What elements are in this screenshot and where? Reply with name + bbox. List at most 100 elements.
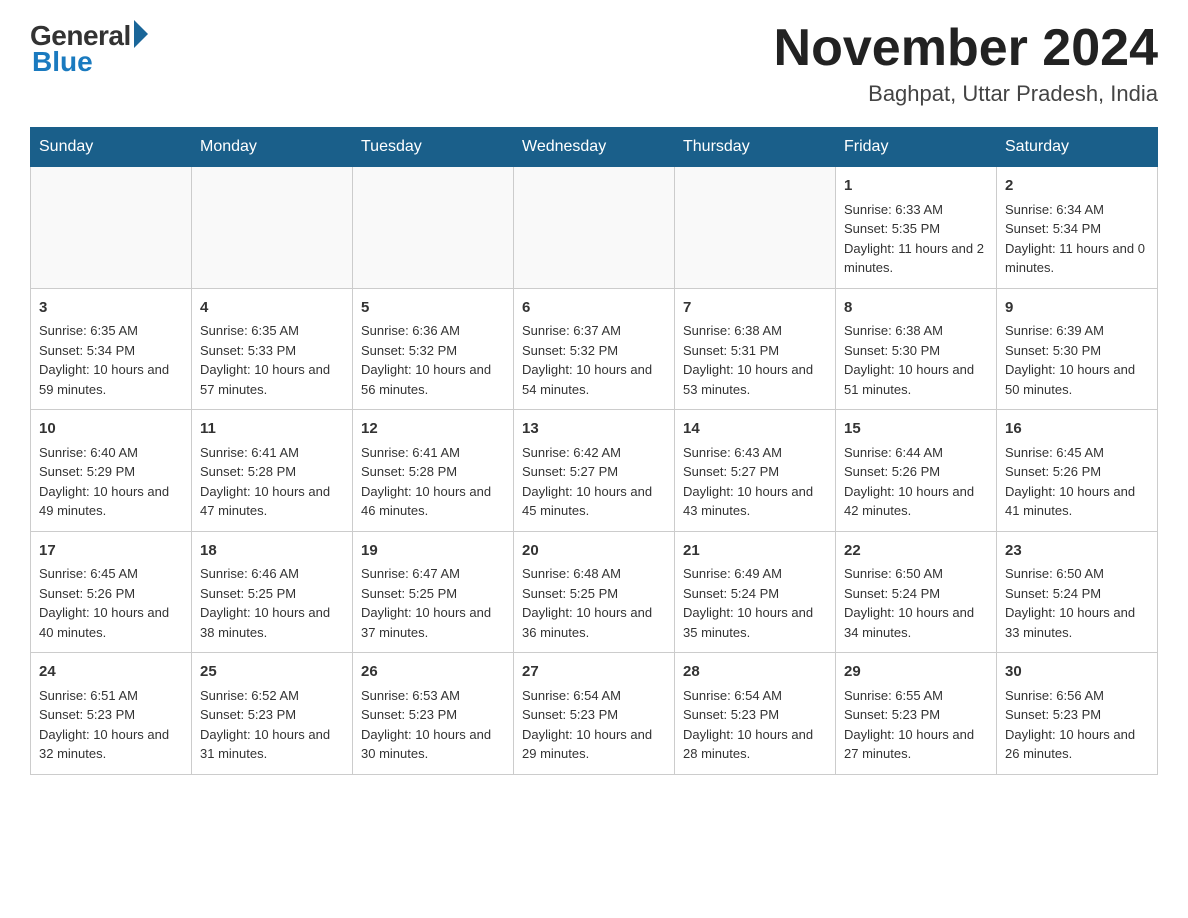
calendar-cell: 20Sunrise: 6:48 AM Sunset: 5:25 PM Dayli… [514, 531, 675, 653]
day-info: Sunrise: 6:38 AM Sunset: 5:30 PM Dayligh… [844, 321, 988, 399]
calendar-cell: 15Sunrise: 6:44 AM Sunset: 5:26 PM Dayli… [836, 410, 997, 532]
day-number: 25 [200, 661, 344, 684]
calendar-cell [353, 167, 514, 289]
location-title: Baghpat, Uttar Pradesh, India [774, 81, 1158, 107]
day-number: 15 [844, 418, 988, 441]
day-number: 27 [522, 661, 666, 684]
day-info: Sunrise: 6:35 AM Sunset: 5:33 PM Dayligh… [200, 321, 344, 399]
calendar-cell: 7Sunrise: 6:38 AM Sunset: 5:31 PM Daylig… [675, 288, 836, 410]
calendar-header-thursday: Thursday [675, 128, 836, 167]
calendar-cell: 29Sunrise: 6:55 AM Sunset: 5:23 PM Dayli… [836, 653, 997, 775]
logo-triangle-icon [134, 20, 148, 48]
day-number: 22 [844, 540, 988, 563]
logo-blue-text: Blue [32, 46, 93, 78]
calendar-cell: 22Sunrise: 6:50 AM Sunset: 5:24 PM Dayli… [836, 531, 997, 653]
calendar-cell: 18Sunrise: 6:46 AM Sunset: 5:25 PM Dayli… [192, 531, 353, 653]
day-info: Sunrise: 6:55 AM Sunset: 5:23 PM Dayligh… [844, 686, 988, 764]
month-title: November 2024 [774, 20, 1158, 77]
day-info: Sunrise: 6:41 AM Sunset: 5:28 PM Dayligh… [200, 443, 344, 521]
calendar-header-wednesday: Wednesday [514, 128, 675, 167]
calendar-week-row: 24Sunrise: 6:51 AM Sunset: 5:23 PM Dayli… [31, 653, 1158, 775]
calendar-cell: 11Sunrise: 6:41 AM Sunset: 5:28 PM Dayli… [192, 410, 353, 532]
calendar-cell: 8Sunrise: 6:38 AM Sunset: 5:30 PM Daylig… [836, 288, 997, 410]
calendar-week-row: 17Sunrise: 6:45 AM Sunset: 5:26 PM Dayli… [31, 531, 1158, 653]
logo: General Blue [30, 20, 148, 78]
calendar-cell: 5Sunrise: 6:36 AM Sunset: 5:32 PM Daylig… [353, 288, 514, 410]
day-number: 26 [361, 661, 505, 684]
day-info: Sunrise: 6:34 AM Sunset: 5:34 PM Dayligh… [1005, 200, 1149, 278]
calendar-week-row: 1Sunrise: 6:33 AM Sunset: 5:35 PM Daylig… [31, 167, 1158, 289]
day-number: 1 [844, 175, 988, 198]
day-number: 3 [39, 297, 183, 320]
day-number: 7 [683, 297, 827, 320]
calendar-cell: 12Sunrise: 6:41 AM Sunset: 5:28 PM Dayli… [353, 410, 514, 532]
day-number: 17 [39, 540, 183, 563]
calendar-cell: 13Sunrise: 6:42 AM Sunset: 5:27 PM Dayli… [514, 410, 675, 532]
day-info: Sunrise: 6:53 AM Sunset: 5:23 PM Dayligh… [361, 686, 505, 764]
day-number: 10 [39, 418, 183, 441]
day-number: 19 [361, 540, 505, 563]
title-section: November 2024 Baghpat, Uttar Pradesh, In… [774, 20, 1158, 107]
day-info: Sunrise: 6:48 AM Sunset: 5:25 PM Dayligh… [522, 564, 666, 642]
day-info: Sunrise: 6:54 AM Sunset: 5:23 PM Dayligh… [522, 686, 666, 764]
calendar-cell [514, 167, 675, 289]
day-number: 8 [844, 297, 988, 320]
calendar-cell: 21Sunrise: 6:49 AM Sunset: 5:24 PM Dayli… [675, 531, 836, 653]
day-number: 14 [683, 418, 827, 441]
calendar-header-monday: Monday [192, 128, 353, 167]
calendar-cell: 28Sunrise: 6:54 AM Sunset: 5:23 PM Dayli… [675, 653, 836, 775]
day-info: Sunrise: 6:43 AM Sunset: 5:27 PM Dayligh… [683, 443, 827, 521]
calendar-cell [31, 167, 192, 289]
day-info: Sunrise: 6:49 AM Sunset: 5:24 PM Dayligh… [683, 564, 827, 642]
calendar-cell: 2Sunrise: 6:34 AM Sunset: 5:34 PM Daylig… [997, 167, 1158, 289]
day-info: Sunrise: 6:50 AM Sunset: 5:24 PM Dayligh… [1005, 564, 1149, 642]
calendar-header-sunday: Sunday [31, 128, 192, 167]
day-info: Sunrise: 6:41 AM Sunset: 5:28 PM Dayligh… [361, 443, 505, 521]
calendar-cell: 16Sunrise: 6:45 AM Sunset: 5:26 PM Dayli… [997, 410, 1158, 532]
day-number: 30 [1005, 661, 1149, 684]
calendar-cell: 1Sunrise: 6:33 AM Sunset: 5:35 PM Daylig… [836, 167, 997, 289]
calendar-week-row: 10Sunrise: 6:40 AM Sunset: 5:29 PM Dayli… [31, 410, 1158, 532]
calendar-cell: 24Sunrise: 6:51 AM Sunset: 5:23 PM Dayli… [31, 653, 192, 775]
day-info: Sunrise: 6:51 AM Sunset: 5:23 PM Dayligh… [39, 686, 183, 764]
calendar-header-tuesday: Tuesday [353, 128, 514, 167]
calendar-cell: 27Sunrise: 6:54 AM Sunset: 5:23 PM Dayli… [514, 653, 675, 775]
day-info: Sunrise: 6:50 AM Sunset: 5:24 PM Dayligh… [844, 564, 988, 642]
day-info: Sunrise: 6:39 AM Sunset: 5:30 PM Dayligh… [1005, 321, 1149, 399]
day-info: Sunrise: 6:33 AM Sunset: 5:35 PM Dayligh… [844, 200, 988, 278]
day-info: Sunrise: 6:56 AM Sunset: 5:23 PM Dayligh… [1005, 686, 1149, 764]
page-header: General Blue November 2024 Baghpat, Utta… [30, 20, 1158, 107]
day-number: 4 [200, 297, 344, 320]
calendar-cell: 30Sunrise: 6:56 AM Sunset: 5:23 PM Dayli… [997, 653, 1158, 775]
calendar-cell: 4Sunrise: 6:35 AM Sunset: 5:33 PM Daylig… [192, 288, 353, 410]
day-info: Sunrise: 6:44 AM Sunset: 5:26 PM Dayligh… [844, 443, 988, 521]
calendar-cell: 23Sunrise: 6:50 AM Sunset: 5:24 PM Dayli… [997, 531, 1158, 653]
day-number: 24 [39, 661, 183, 684]
calendar-header-row: SundayMondayTuesdayWednesdayThursdayFrid… [31, 128, 1158, 167]
calendar-cell: 14Sunrise: 6:43 AM Sunset: 5:27 PM Dayli… [675, 410, 836, 532]
day-number: 20 [522, 540, 666, 563]
day-info: Sunrise: 6:37 AM Sunset: 5:32 PM Dayligh… [522, 321, 666, 399]
calendar-cell: 17Sunrise: 6:45 AM Sunset: 5:26 PM Dayli… [31, 531, 192, 653]
day-info: Sunrise: 6:42 AM Sunset: 5:27 PM Dayligh… [522, 443, 666, 521]
day-info: Sunrise: 6:38 AM Sunset: 5:31 PM Dayligh… [683, 321, 827, 399]
calendar-week-row: 3Sunrise: 6:35 AM Sunset: 5:34 PM Daylig… [31, 288, 1158, 410]
day-number: 16 [1005, 418, 1149, 441]
calendar-table: SundayMondayTuesdayWednesdayThursdayFrid… [30, 127, 1158, 775]
day-number: 12 [361, 418, 505, 441]
day-number: 9 [1005, 297, 1149, 320]
calendar-header-friday: Friday [836, 128, 997, 167]
day-info: Sunrise: 6:36 AM Sunset: 5:32 PM Dayligh… [361, 321, 505, 399]
calendar-header-saturday: Saturday [997, 128, 1158, 167]
day-info: Sunrise: 6:54 AM Sunset: 5:23 PM Dayligh… [683, 686, 827, 764]
calendar-cell: 26Sunrise: 6:53 AM Sunset: 5:23 PM Dayli… [353, 653, 514, 775]
day-number: 21 [683, 540, 827, 563]
day-number: 29 [844, 661, 988, 684]
day-number: 18 [200, 540, 344, 563]
day-info: Sunrise: 6:35 AM Sunset: 5:34 PM Dayligh… [39, 321, 183, 399]
calendar-cell: 9Sunrise: 6:39 AM Sunset: 5:30 PM Daylig… [997, 288, 1158, 410]
calendar-cell: 10Sunrise: 6:40 AM Sunset: 5:29 PM Dayli… [31, 410, 192, 532]
day-info: Sunrise: 6:52 AM Sunset: 5:23 PM Dayligh… [200, 686, 344, 764]
day-number: 28 [683, 661, 827, 684]
calendar-cell: 3Sunrise: 6:35 AM Sunset: 5:34 PM Daylig… [31, 288, 192, 410]
